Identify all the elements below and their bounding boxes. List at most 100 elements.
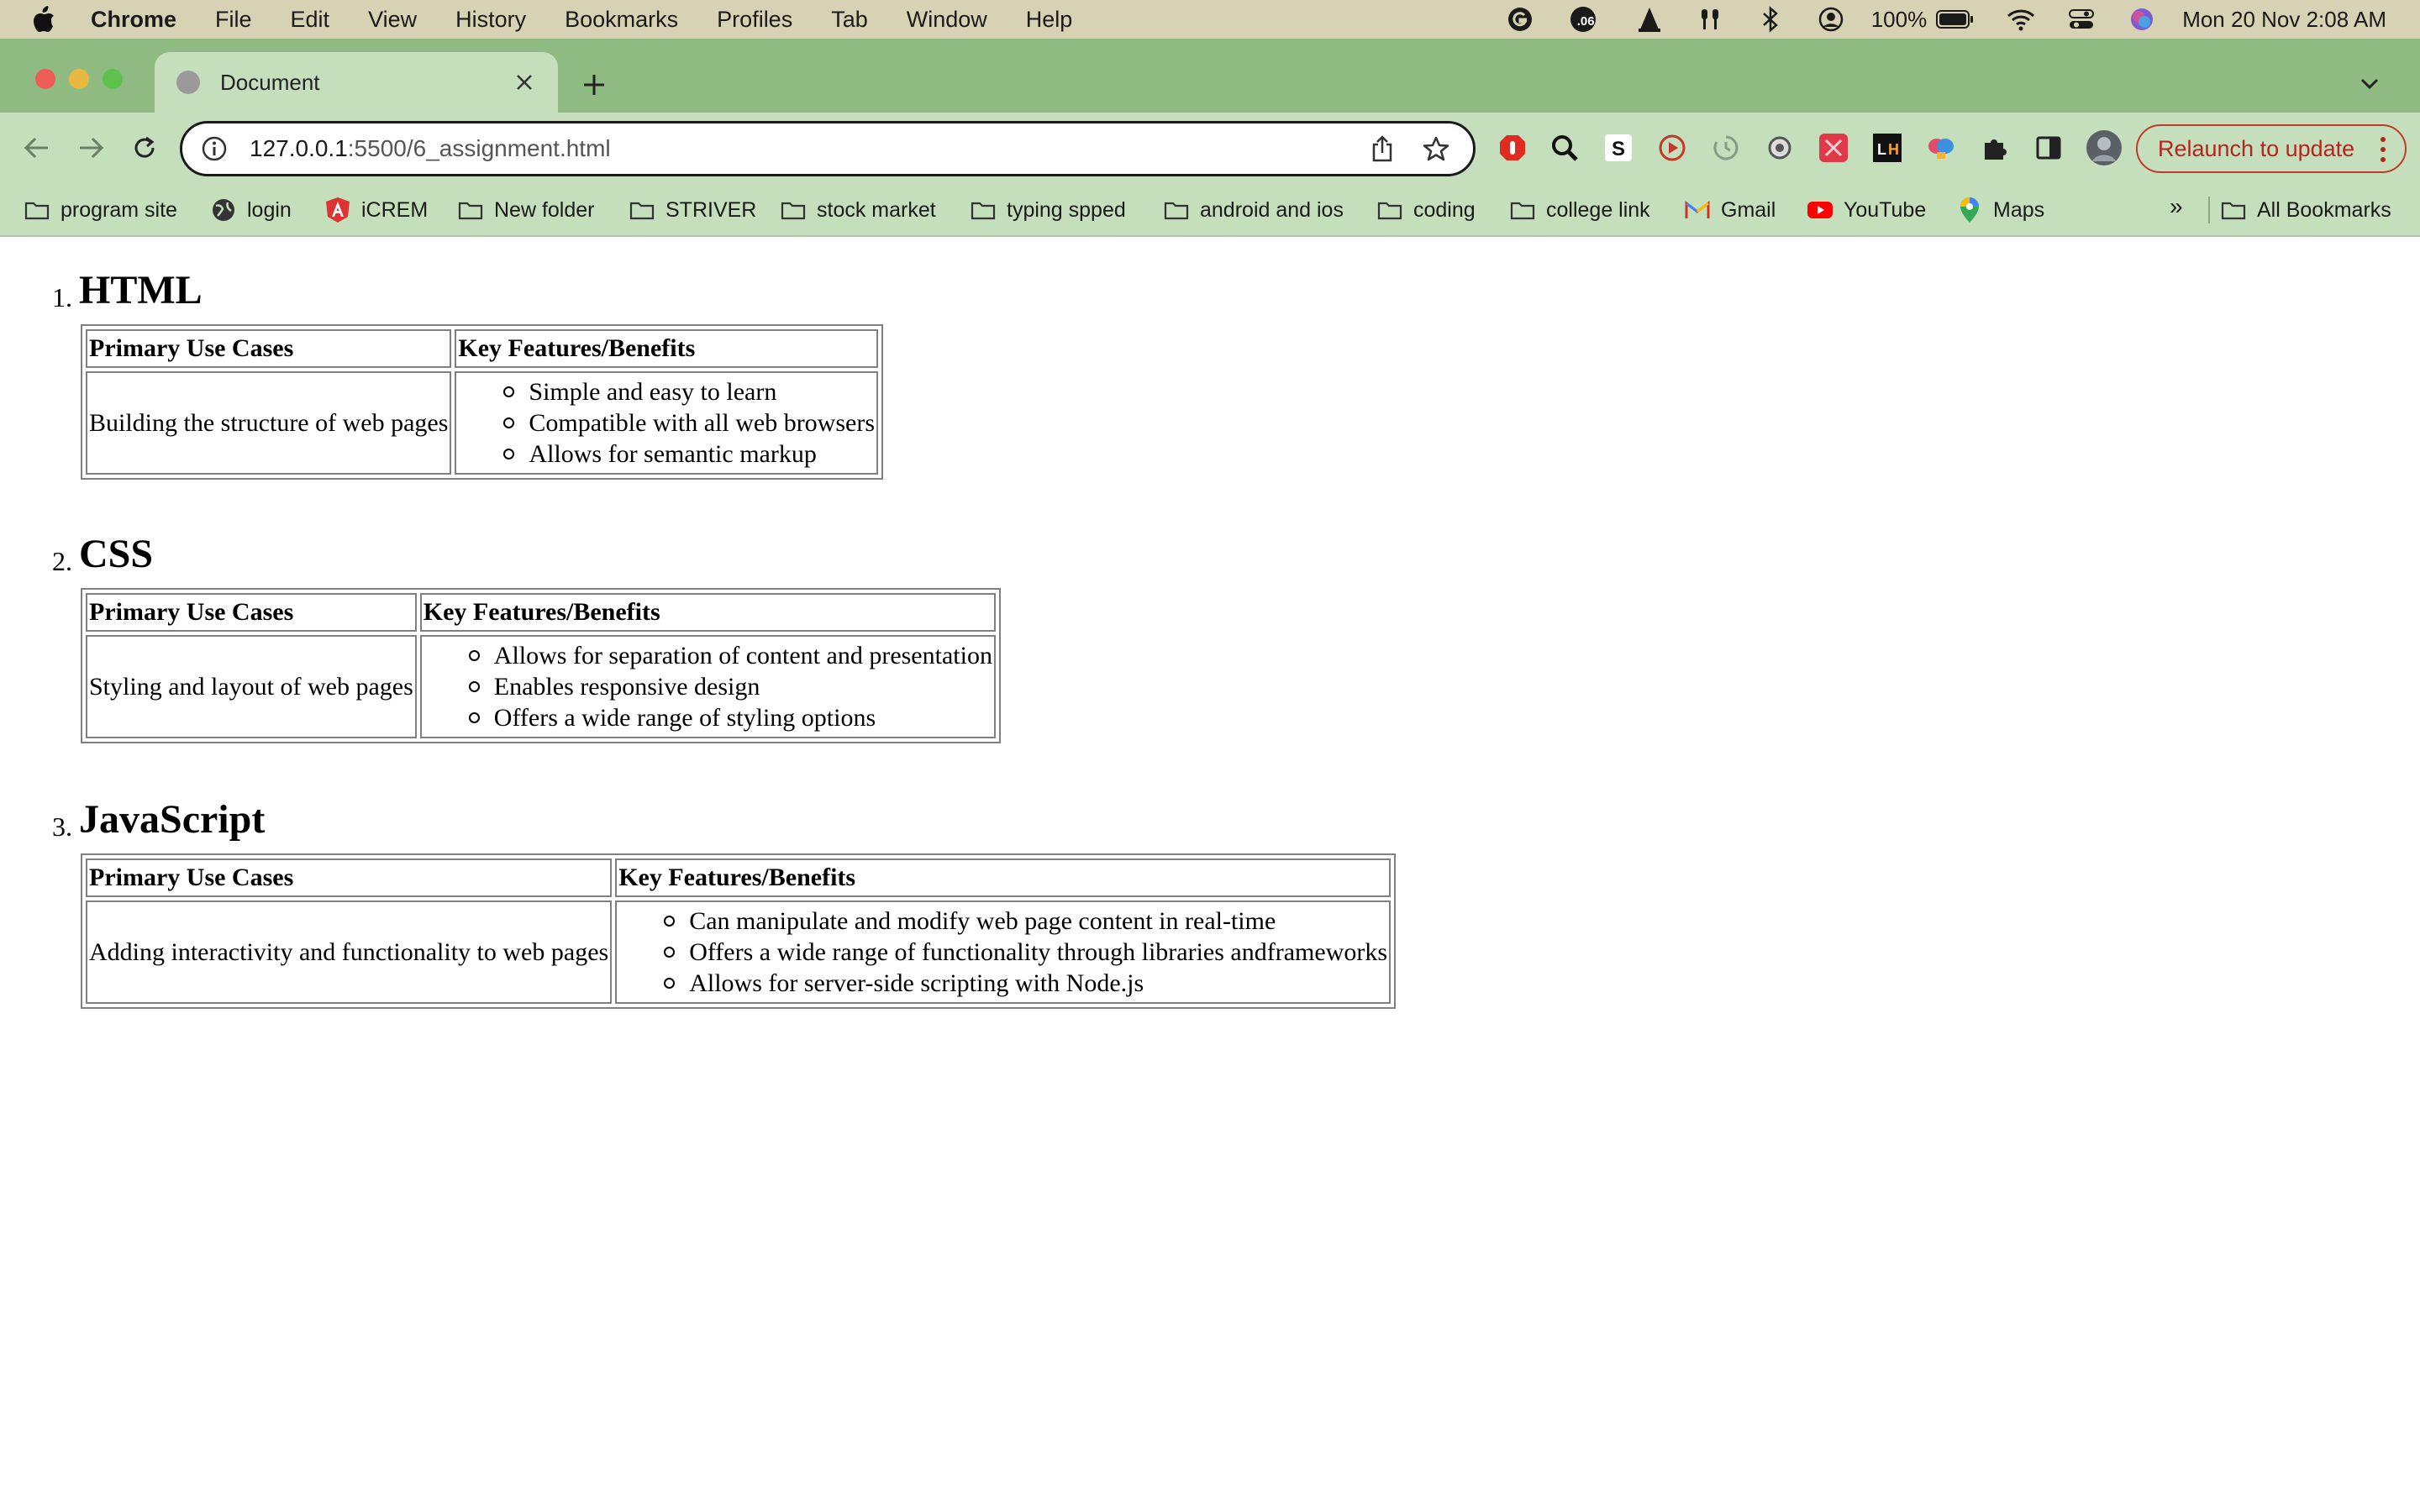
settings-extension-icon[interactable] <box>1763 131 1797 165</box>
menu-view[interactable]: View <box>368 7 417 33</box>
battery-percent: 100% <box>1870 6 1928 32</box>
bookmark-gmail[interactable]: Gmail <box>1684 193 1776 227</box>
header-primary-use-cases: Primary Use Cases <box>86 329 452 368</box>
table-row: Styling and layout of web pages Allows f… <box>86 635 996 738</box>
bookmark-typing-spped[interactable]: typing spped <box>970 193 1126 227</box>
address-bar[interactable]: 127.0.0.1:5500/6_assignment.html <box>180 121 1476 176</box>
bookmark-star-icon[interactable] <box>1419 132 1453 165</box>
all-bookmarks-button[interactable]: All Bookmarks <box>2220 193 2391 227</box>
bookmark-label: Gmail <box>1721 197 1776 222</box>
list-item: Simple and easy to learn <box>503 376 875 407</box>
minimize-window-button[interactable] <box>69 69 89 89</box>
menu-edit[interactable]: Edit <box>291 7 330 33</box>
svg-text:S: S <box>1612 138 1625 160</box>
use-case-cell: Adding interactivity and functionality t… <box>86 900 613 1004</box>
menu-window[interactable]: Window <box>907 7 987 33</box>
bookmark-label: login <box>247 197 292 222</box>
folder-icon <box>457 198 484 222</box>
relaunch-to-update-button[interactable]: Relaunch to update <box>2136 124 2407 173</box>
grammarly-icon[interactable] <box>1505 4 1535 34</box>
tab-title: Document <box>220 69 320 95</box>
list-item: Allows for separation of content and pre… <box>468 640 992 671</box>
more-menu-icon[interactable] <box>2375 134 2391 165</box>
all-bookmarks-label: All Bookmarks <box>2257 197 2391 222</box>
airpods-icon[interactable] <box>1695 4 1725 34</box>
user-account-icon[interactable] <box>1816 4 1846 34</box>
table-header-row: Primary Use Cases Key Features/Benefits <box>86 858 1392 897</box>
profile-avatar[interactable] <box>2084 128 2124 168</box>
feature-text: Enables responsive design <box>493 673 760 701</box>
wifi-icon[interactable] <box>2006 4 2036 34</box>
siri-icon[interactable] <box>2127 4 2157 34</box>
maximize-window-button[interactable] <box>103 69 123 89</box>
s-extension-icon[interactable]: S <box>1602 131 1635 165</box>
globe-icon <box>210 198 237 222</box>
header-key-features: Key Features/Benefits <box>455 329 878 368</box>
bookmark-striver[interactable]: STRIVER <box>629 193 756 227</box>
bluetooth-icon[interactable] <box>1755 4 1786 34</box>
folder-icon <box>1376 198 1403 222</box>
section-title: CSS <box>79 532 154 576</box>
timer-badge-icon[interactable]: .06 <box>1565 4 1604 34</box>
tab-search-chevron-icon[interactable] <box>2353 67 2386 101</box>
gmail-icon <box>1684 198 1711 222</box>
bookmark-icrem[interactable]: iCREM <box>324 193 428 227</box>
share-icon[interactable] <box>1365 132 1399 165</box>
feature-text: Simple and easy to learn <box>529 378 777 406</box>
tab-document[interactable]: Document <box>155 52 558 113</box>
site-info-icon[interactable] <box>201 135 228 162</box>
bookmark-youtube[interactable]: YouTube <box>1807 193 1926 227</box>
menu-app-name[interactable]: Chrome <box>91 7 176 33</box>
bookmark-label: program site <box>60 197 177 222</box>
bookmark-stock-market[interactable]: stock market <box>780 193 936 227</box>
bookmark-android-and-ios[interactable]: android and ios <box>1163 193 1344 227</box>
forward-arrow-icon[interactable] <box>71 128 111 168</box>
side-panel-icon[interactable] <box>2032 131 2065 165</box>
info-table: Primary Use Cases Key Features/Benefits … <box>81 324 883 480</box>
control-center-icon[interactable] <box>2066 4 2096 34</box>
menu-tab[interactable]: Tab <box>831 7 868 33</box>
bookmark-coding[interactable]: coding <box>1376 193 1476 227</box>
bookmark-new-folder[interactable]: New folder <box>457 193 595 227</box>
menu-bookmarks[interactable]: Bookmarks <box>565 7 678 33</box>
puzzle-extensions-icon[interactable] <box>1978 131 2012 165</box>
folder-icon <box>1163 198 1190 222</box>
menu-help[interactable]: Help <box>1026 7 1073 33</box>
table-row: Building the structure of web pages Simp… <box>86 371 878 475</box>
url-text[interactable]: 127.0.0.1:5500/6_assignment.html <box>250 135 1365 162</box>
apple-icon[interactable] <box>32 6 57 33</box>
back-arrow-icon[interactable] <box>17 128 57 168</box>
angular-icon <box>324 197 351 223</box>
lh-extension-icon[interactable]: LH <box>1870 131 1904 165</box>
feature-text: Compatible with all web browsers <box>529 409 875 437</box>
bookmark-login[interactable]: login <box>210 193 292 227</box>
brain-extension-icon[interactable] <box>1924 131 1958 165</box>
features-cell: Can manipulate and modify web page conte… <box>615 900 1392 1004</box>
bookmark-program-site[interactable]: program site <box>24 193 177 227</box>
close-window-button[interactable] <box>35 69 55 89</box>
battery-icon[interactable] <box>1935 4 1975 34</box>
adblock-extension-icon[interactable] <box>1496 131 1529 165</box>
table-header-row: Primary Use Cases Key Features/Benefits <box>86 593 996 632</box>
history-extension-icon[interactable] <box>1709 131 1743 165</box>
bookmark-label: Maps <box>1993 197 2045 222</box>
reload-icon[interactable] <box>124 128 165 168</box>
bookmark-maps[interactable]: Maps <box>1956 193 2044 227</box>
grid-extension-icon[interactable] <box>1817 131 1850 165</box>
folder-icon <box>629 198 655 222</box>
new-tab-button[interactable] <box>573 64 615 106</box>
menu-file[interactable]: File <box>215 7 252 33</box>
menu-history[interactable]: History <box>455 7 526 33</box>
folder-icon <box>2220 198 2247 222</box>
header-key-features: Key Features/Benefits <box>419 593 996 632</box>
clock-datetime[interactable]: Mon 20 Nov 2:08 AM <box>2182 7 2386 33</box>
bookmark-college-link[interactable]: college link <box>1509 193 1650 227</box>
section-title: HTML <box>79 268 203 312</box>
feature-text: Allows for server-side scripting with No… <box>689 969 1144 997</box>
magnifier-extension-icon[interactable] <box>1548 131 1581 165</box>
play-extension-icon[interactable] <box>1655 131 1689 165</box>
tab-close-icon[interactable] <box>508 66 541 99</box>
bookmarks-overflow-button[interactable]: » <box>2170 193 2183 220</box>
vlc-icon[interactable] <box>1634 4 1665 34</box>
menu-profiles[interactable]: Profiles <box>717 7 792 33</box>
